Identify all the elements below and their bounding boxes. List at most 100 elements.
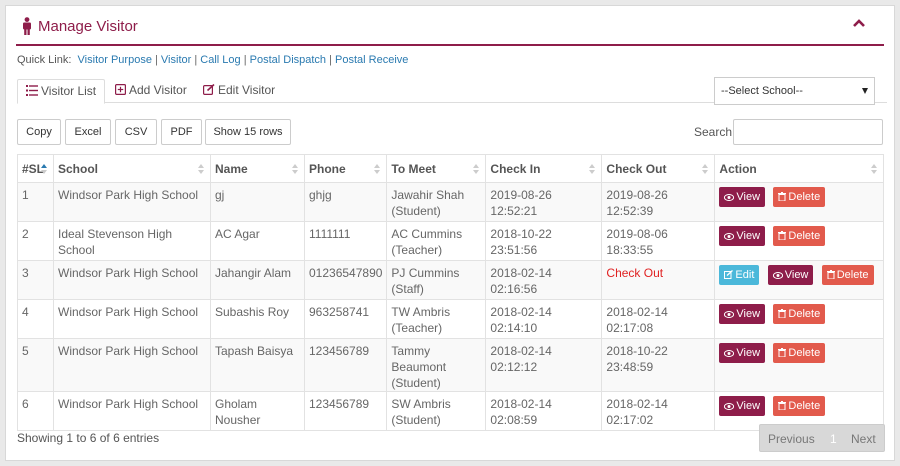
trash-icon bbox=[826, 270, 835, 280]
show-rows-button[interactable]: Show 15 rows bbox=[205, 119, 291, 145]
cell-school: Windsor Park High School bbox=[53, 299, 211, 339]
quick-link-label: Quick Link: bbox=[17, 54, 72, 66]
delete-button[interactable]: Delete bbox=[773, 343, 826, 363]
cell-action: Edit View Delete bbox=[714, 260, 884, 300]
column-header-phone[interactable]: Phone bbox=[303, 154, 388, 183]
copy-button[interactable]: Copy bbox=[17, 119, 61, 145]
view-button[interactable]: View bbox=[719, 187, 766, 207]
cell-school: Ideal Stevenson High School bbox=[53, 221, 211, 261]
cell-phone: 01236547890 bbox=[303, 260, 388, 300]
view-button[interactable]: View bbox=[719, 343, 766, 363]
cell-sl: 3 bbox=[17, 260, 54, 300]
table-row: 4 Windsor Park High School Subashis Roy … bbox=[17, 299, 884, 339]
column-header-to-meet[interactable]: To Meet bbox=[386, 154, 487, 183]
cell-name: AC Agar bbox=[210, 221, 305, 261]
delete-button[interactable]: Delete bbox=[773, 304, 826, 324]
link-call-log[interactable]: Call Log bbox=[200, 54, 240, 66]
panel-header: Manage Visitor bbox=[16, 6, 884, 46]
trash-icon bbox=[778, 348, 787, 358]
cell-to-meet: AC Cummins (Teacher) bbox=[386, 221, 487, 261]
view-button[interactable]: View bbox=[719, 396, 766, 416]
eye-icon bbox=[724, 194, 735, 201]
sort-icon bbox=[473, 164, 480, 174]
cell-school: Windsor Park High School bbox=[53, 338, 211, 392]
table-info: Showing 1 to 6 of 6 entries bbox=[17, 431, 160, 445]
person-icon bbox=[23, 17, 31, 35]
school-select-value: --Select School-- bbox=[721, 85, 803, 97]
table-row: 6 Windsor Park High School Gholam Noushe… bbox=[17, 391, 884, 431]
column-header-check-in[interactable]: Check In bbox=[485, 154, 603, 183]
eye-icon bbox=[724, 233, 735, 240]
column-header-school[interactable]: School bbox=[53, 154, 211, 183]
cell-check-out: 2019-08-06 18:33:55 bbox=[601, 221, 716, 261]
cell-check-in: 2018-02-14 02:16:56 bbox=[485, 260, 603, 300]
cell-name: Jahangir Alam bbox=[210, 260, 305, 300]
next-button[interactable]: Next bbox=[851, 432, 876, 446]
cell-school: Windsor Park High School bbox=[53, 182, 211, 222]
plus-square-icon bbox=[115, 84, 126, 95]
delete-button[interactable]: Delete bbox=[821, 265, 874, 285]
excel-button[interactable]: Excel bbox=[65, 119, 111, 145]
link-postal-dispatch[interactable]: Postal Dispatch bbox=[250, 54, 326, 66]
cell-check-out: 2019-08-26 12:52:39 bbox=[601, 182, 716, 222]
view-button[interactable]: View bbox=[719, 304, 766, 324]
caret-down-icon bbox=[862, 88, 868, 94]
edit-button[interactable]: Edit bbox=[719, 265, 760, 285]
tab-edit-visitor[interactable]: Edit Visitor bbox=[195, 79, 283, 103]
trash-icon bbox=[778, 309, 787, 319]
csv-button[interactable]: CSV bbox=[115, 119, 157, 145]
column-header-action[interactable]: Action bbox=[714, 154, 884, 183]
sort-icon bbox=[198, 164, 204, 174]
link-visitor-purpose[interactable]: Visitor Purpose bbox=[78, 54, 152, 66]
cell-sl: 5 bbox=[17, 338, 54, 392]
column-header-name[interactable]: Name bbox=[210, 154, 305, 183]
cell-school: Windsor Park High School bbox=[53, 391, 211, 431]
sort-icon bbox=[702, 164, 709, 174]
cell-check-out: 2018-02-14 02:17:08 bbox=[601, 299, 716, 339]
list-icon bbox=[26, 85, 38, 96]
tab-add-visitor[interactable]: Add Visitor bbox=[107, 79, 195, 103]
eye-icon bbox=[724, 403, 735, 410]
cell-to-meet: Tammy Beaumont (Student) bbox=[386, 338, 487, 392]
delete-button[interactable]: Delete bbox=[773, 187, 826, 207]
delete-button[interactable]: Delete bbox=[773, 226, 826, 246]
previous-button[interactable]: Previous bbox=[768, 432, 815, 446]
search-input[interactable] bbox=[733, 119, 883, 145]
tab-visitor-list[interactable]: Visitor List bbox=[17, 79, 106, 104]
cell-action: View Delete bbox=[714, 221, 884, 261]
cell-action: View Delete bbox=[714, 299, 884, 339]
link-postal-receive[interactable]: Postal Receive bbox=[335, 54, 408, 66]
cell-check-out: 2018-02-14 02:17:02 bbox=[601, 391, 716, 431]
table-row: 2 Ideal Stevenson High School AC Agar 11… bbox=[17, 221, 884, 261]
table-row: 3 Windsor Park High School Jahangir Alam… bbox=[17, 260, 884, 300]
school-select[interactable]: --Select School-- bbox=[714, 77, 875, 105]
chevron-up-icon[interactable] bbox=[852, 16, 866, 30]
visitor-table: #SL School Name Phone To Meet Check In C… bbox=[17, 154, 884, 431]
page-1-button[interactable]: 1 bbox=[830, 432, 837, 446]
cell-action: View Delete bbox=[714, 338, 884, 392]
delete-button[interactable]: Delete bbox=[773, 396, 826, 416]
cell-name: Subashis Roy bbox=[210, 299, 305, 339]
column-header-check-out[interactable]: Check Out bbox=[601, 154, 716, 183]
cell-school: Windsor Park High School bbox=[53, 260, 211, 300]
page-title: Manage Visitor bbox=[38, 18, 138, 35]
link-visitor[interactable]: Visitor bbox=[161, 54, 191, 66]
cell-sl: 4 bbox=[17, 299, 54, 339]
cell-check-in: 2018-02-14 02:12:12 bbox=[485, 338, 603, 392]
trash-icon bbox=[778, 192, 787, 202]
search-label: Search: bbox=[694, 125, 736, 139]
pdf-button[interactable]: PDF bbox=[161, 119, 202, 145]
view-button[interactable]: View bbox=[767, 265, 814, 285]
column-header-sl[interactable]: #SL bbox=[17, 154, 54, 183]
sort-icon bbox=[589, 164, 596, 174]
cell-name: Tapash Baisya bbox=[210, 338, 305, 392]
cell-phone: 1111111 bbox=[303, 221, 388, 261]
cell-phone: 123456789 bbox=[303, 338, 388, 392]
edit-icon bbox=[724, 270, 734, 279]
cell-sl: 6 bbox=[17, 391, 54, 431]
sort-icon bbox=[374, 164, 381, 174]
check-out-link[interactable]: Check Out bbox=[601, 260, 716, 300]
eye-icon bbox=[724, 350, 735, 357]
view-button[interactable]: View bbox=[719, 226, 766, 246]
cell-sl: 2 bbox=[17, 221, 54, 261]
